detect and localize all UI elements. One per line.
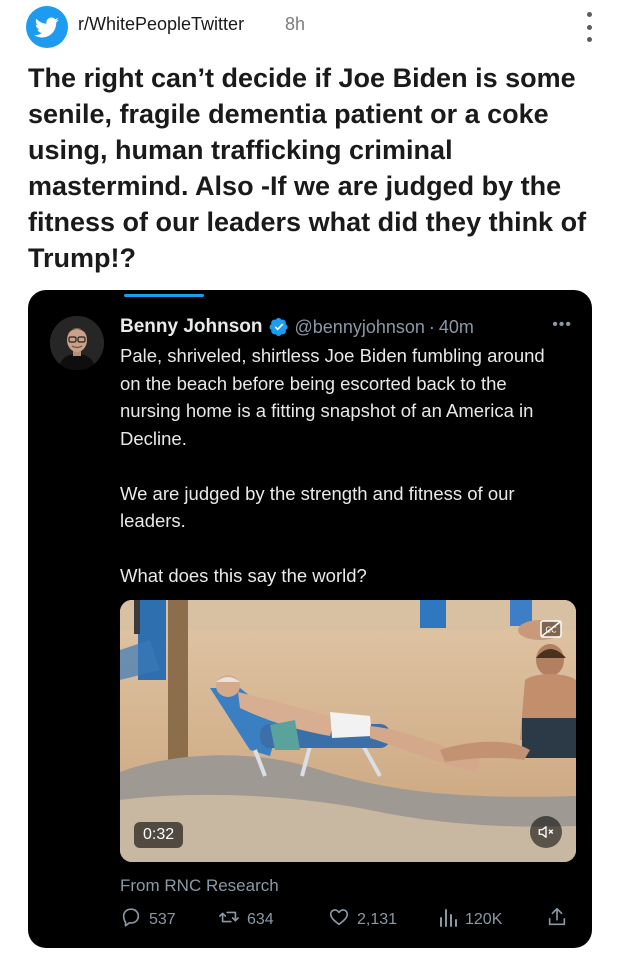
tweet-paragraph: Pale, shriveled, shirtless Joe Biden fum… xyxy=(120,345,545,449)
like-count: 2,131 xyxy=(357,910,398,928)
tweet-time[interactable]: 40m xyxy=(439,317,474,338)
views-icon xyxy=(438,906,458,933)
avatar[interactable] xyxy=(50,316,104,370)
tweet-more-icon[interactable]: ••• xyxy=(552,316,572,334)
verified-badge-icon xyxy=(269,317,289,337)
subreddit-name[interactable]: r/WhitePeopleTwitter xyxy=(78,14,244,35)
video-source-label[interactable]: From RNC Research xyxy=(120,876,279,896)
like-icon xyxy=(328,906,350,933)
beach-scene-image xyxy=(120,600,576,862)
author-name[interactable]: Benny Johnson xyxy=(120,316,263,338)
repost-count: 634 xyxy=(247,910,274,928)
author-handle[interactable]: @bennyjohnson xyxy=(295,317,425,338)
mute-icon[interactable] xyxy=(530,816,562,848)
reply-count: 537 xyxy=(149,910,176,928)
more-options-icon[interactable] xyxy=(584,12,594,42)
post-title[interactable]: The right can’t decide if Joe Biden is s… xyxy=(28,60,598,276)
svg-text:CC: CC xyxy=(545,626,557,635)
post-header: r/WhitePeopleTwitter 8h xyxy=(0,0,620,56)
post-timestamp: 8h xyxy=(285,14,306,34)
tweet-paragraph: We are judged by the strength and fitnes… xyxy=(120,482,515,532)
tweet-paragraph: What does this say the world? xyxy=(120,565,367,586)
tweet-header: Benny Johnson @bennyjohnson · 40m xyxy=(120,314,474,340)
video-duration: 0:32 xyxy=(134,822,184,848)
tweet-tab-indicator xyxy=(124,294,204,297)
captions-icon[interactable]: CC xyxy=(540,620,562,643)
tweet-card[interactable]: Benny Johnson @bennyjohnson · 40m ••• Pa… xyxy=(28,290,592,948)
tweet-actions: 537 634 2,131 120K xyxy=(120,906,576,934)
repost-icon xyxy=(218,906,240,933)
like-button[interactable]: 2,131 xyxy=(328,906,397,933)
subreddit-avatar-icon[interactable] xyxy=(26,6,68,48)
share-icon xyxy=(546,906,568,933)
repost-button[interactable]: 634 xyxy=(218,906,274,933)
reply-button[interactable]: 537 xyxy=(120,906,176,933)
share-button[interactable] xyxy=(546,906,568,933)
separator: · xyxy=(428,316,435,337)
tweet-body: Pale, shriveled, shirtless Joe Biden fum… xyxy=(120,342,568,590)
views-count: 120K xyxy=(465,910,503,928)
reply-icon xyxy=(120,906,142,933)
video-thumbnail[interactable]: CC 0:32 xyxy=(120,600,576,862)
views-button[interactable]: 120K xyxy=(438,906,502,933)
